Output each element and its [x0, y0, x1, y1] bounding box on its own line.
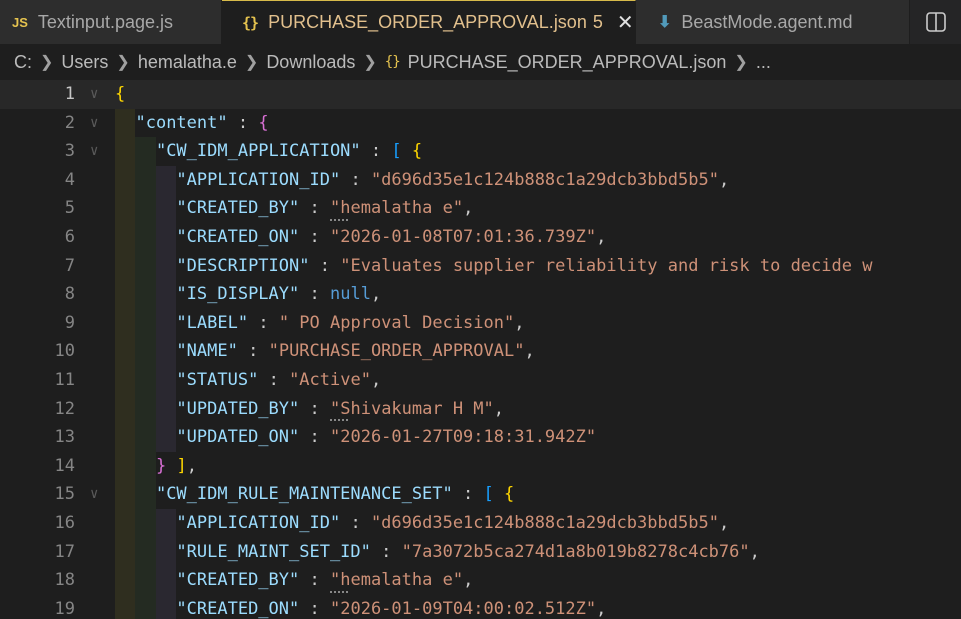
- code-text: "CW_IDM_APPLICATION" : [ {: [155, 141, 423, 162]
- code-text: "DESCRIPTION" : "Evaluates supplier reli…: [176, 255, 873, 276]
- line-number: 19: [54, 598, 75, 619]
- code-line[interactable]: 13 "UPDATED_ON" : "2026-01-27T09:18:31.9…: [0, 423, 961, 452]
- code-text: "content" : {: [135, 112, 269, 133]
- code-line[interactable]: 19 "CREATED_ON" : "2026-01-09T04:00:02.5…: [0, 594, 961, 619]
- breadcrumb: C: ❯ Users ❯ hemalatha.e ❯ Downloads ❯ {…: [0, 44, 961, 80]
- chevron-right-icon: ❯: [363, 54, 377, 71]
- line-number: 8: [64, 284, 75, 305]
- problems-count-badge: 5: [592, 12, 603, 32]
- code-line[interactable]: 1 ∨ {: [0, 80, 961, 109]
- code-text: "CREATED_ON" : "2026-01-09T04:00:02.512Z…: [176, 598, 607, 619]
- code-text: "CREATED_BY" : "hemalatha e",: [176, 570, 474, 591]
- line-number: 10: [54, 341, 75, 362]
- code-text: {: [115, 84, 126, 104]
- js-icon: JS: [12, 14, 28, 30]
- code-line[interactable]: 14 } ],: [0, 451, 961, 481]
- code-text: "RULE_MAINT_SET_ID" : "7a3072b5ca274d1a8…: [176, 541, 760, 562]
- breadcrumb-item-downloads[interactable]: Downloads: [266, 52, 355, 73]
- line-number: 4: [64, 169, 75, 190]
- code-line[interactable]: 11 "STATUS" : "Active",: [0, 366, 961, 395]
- line-number: 6: [64, 227, 75, 247]
- code-text: "APPLICATION_ID" : "d696d35e1c124b888c1a…: [176, 169, 730, 190]
- line-number: 5: [64, 198, 75, 219]
- code-line[interactable]: 5 "CREATED_BY" : "hemalatha e",: [0, 194, 961, 223]
- tab-label: BeastMode.agent.md: [681, 11, 853, 32]
- line-number: 2: [64, 112, 75, 133]
- line-number: 9: [64, 312, 75, 333]
- breadcrumb-item-symbols[interactable]: ...: [756, 52, 771, 73]
- code-text: "CW_IDM_RULE_MAINTENANCE_SET" : [ {: [155, 484, 515, 505]
- code-text: "IS_DISPLAY" : null,: [176, 284, 382, 305]
- close-icon[interactable]: ✕: [617, 13, 634, 33]
- tab-textinput-page-js[interactable]: JS Textinput.page.js: [0, 0, 222, 44]
- code-text: } ],: [155, 455, 197, 476]
- fold-chevron-icon[interactable]: ∨: [90, 109, 98, 138]
- code-line[interactable]: 7 "DESCRIPTION" : "Evaluates supplier re…: [0, 251, 961, 281]
- split-editor-button[interactable]: [910, 0, 961, 44]
- code-line[interactable]: 6 "CREATED_ON" : "2026-01-08T07:01:36.73…: [0, 223, 961, 252]
- line-number: 17: [54, 541, 75, 562]
- code-text: "NAME" : "PURCHASE_ORDER_APPROVAL",: [176, 341, 535, 362]
- breadcrumb-item-user-folder[interactable]: hemalatha.e: [138, 52, 237, 73]
- code-line[interactable]: 3 ∨ "CW_IDM_APPLICATION" : [ {: [0, 137, 961, 166]
- code-text: "STATUS" : "Active",: [176, 370, 382, 390]
- code-text: "CREATED_BY" : "hemalatha e",: [176, 198, 474, 219]
- chevron-right-icon: ❯: [40, 54, 54, 71]
- chevron-right-icon: ❯: [734, 54, 748, 71]
- line-number: 15: [54, 484, 75, 505]
- code-text: "CREATED_ON" : "2026-01-08T07:01:36.739Z…: [176, 227, 607, 247]
- fold-chevron-icon[interactable]: ∨: [90, 480, 98, 509]
- code-line[interactable]: 18 "CREATED_BY" : "hemalatha e",: [0, 566, 961, 595]
- code-line[interactable]: 9 "LABEL" : " PO Approval Decision",: [0, 308, 961, 338]
- breadcrumb-item-drive[interactable]: C:: [14, 52, 32, 73]
- json-icon: {}: [384, 54, 401, 70]
- chevron-right-icon: ❯: [244, 54, 259, 71]
- code-text: "LABEL" : " PO Approval Decision",: [176, 312, 525, 333]
- markdown-down-arrow-icon: ⬇: [658, 14, 672, 31]
- breadcrumb-item-users[interactable]: Users: [61, 52, 108, 73]
- code-text: "UPDATED_ON" : "2026-01-27T09:18:31.942Z…: [176, 427, 597, 448]
- code-line[interactable]: 12 "UPDATED_BY" : "Shivakumar H M",: [0, 394, 961, 424]
- line-number: 1: [64, 84, 75, 104]
- editor-tab-bar: JS Textinput.page.js {} PURCHASE_ORDER_A…: [0, 0, 961, 44]
- tab-label: PURCHASE_ORDER_APPROVAL.json: [268, 12, 587, 32]
- code-editor[interactable]: 1 ∨ {2 ∨ "content" : { 3 ∨ "CW_IDM_APPLICATIO…: [0, 80, 961, 619]
- code-line[interactable]: 10 "NAME" : "PURCHASE_ORDER_APPROVAL",: [0, 337, 961, 366]
- tab-label: Textinput.page.js: [37, 11, 173, 32]
- code-line[interactable]: 15 ∨ "CW_IDM_RULE_MAINTENANCE_SET" : [ {: [0, 480, 961, 509]
- code-line[interactable]: 8 "IS_DISPLAY" : null,: [0, 280, 961, 309]
- fold-chevron-icon[interactable]: ∨: [90, 137, 98, 166]
- tab-purchase-order-approval-json[interactable]: {} PURCHASE_ORDER_APPROVAL.json 5 ✕: [222, 0, 636, 44]
- code-text: "UPDATED_BY" : "Shivakumar H M",: [176, 398, 505, 419]
- code-line[interactable]: 17 "RULE_MAINT_SET_ID" : "7a3072b5ca274d…: [0, 537, 961, 567]
- line-number: 12: [54, 398, 75, 419]
- chevron-right-icon: ❯: [116, 54, 130, 71]
- code-line[interactable]: 2 ∨ "content" : {: [0, 108, 961, 138]
- code-text: "APPLICATION_ID" : "d696d35e1c124b888c1a…: [176, 513, 730, 533]
- tab-beastmode-agent-md[interactable]: ⬇ BeastMode.agent.md: [636, 0, 910, 44]
- json-icon: {}: [242, 13, 259, 32]
- line-number: 11: [54, 370, 75, 390]
- code-line[interactable]: 4 "APPLICATION_ID" : "d696d35e1c124b888c…: [0, 165, 961, 195]
- code-line[interactable]: 16 "APPLICATION_ID" : "d696d35e1c124b888…: [0, 509, 961, 538]
- line-number: 18: [54, 570, 75, 591]
- breadcrumb-item-file[interactable]: PURCHASE_ORDER_APPROVAL.json: [408, 52, 727, 73]
- fold-chevron-icon[interactable]: ∨: [90, 80, 98, 109]
- split-editor-icon: [925, 12, 946, 32]
- line-number: 14: [54, 455, 75, 476]
- line-number: 3: [64, 141, 75, 162]
- line-number: 16: [54, 513, 75, 533]
- line-number: 7: [64, 255, 75, 276]
- line-number: 13: [54, 427, 75, 448]
